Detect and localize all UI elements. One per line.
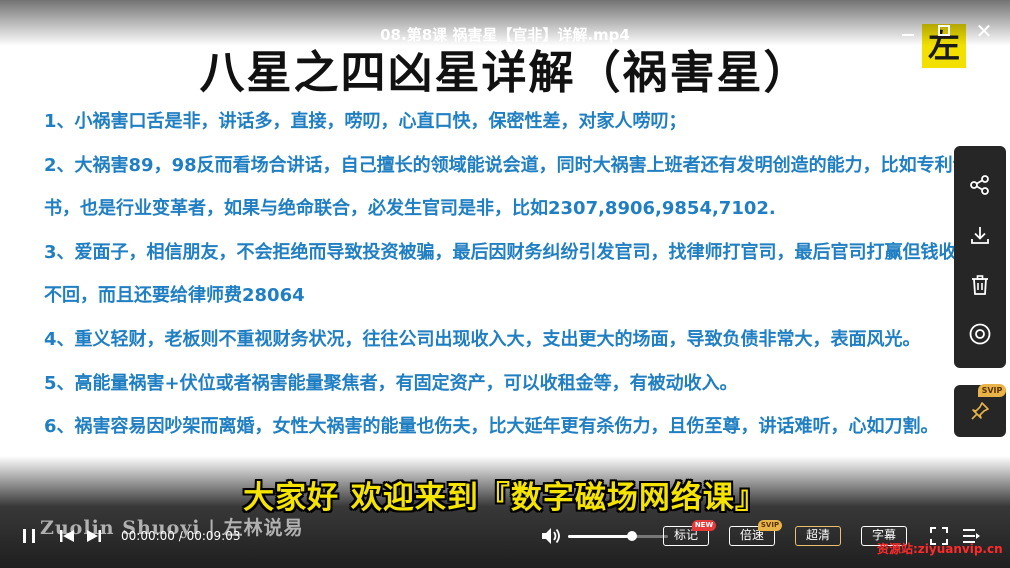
slide-text-lines: 1、小祸害口舌是非，讲话多，直接，唠叨，心直口快，保密性差，对家人唠叨； 2、大…	[44, 100, 994, 449]
slide-line: 1、小祸害口舌是非，讲话多，直接，唠叨，心直口快，保密性差，对家人唠叨；	[44, 111, 687, 132]
view-button[interactable]	[954, 312, 1006, 356]
svip-badge: SVIP	[758, 520, 782, 531]
trash-icon	[972, 275, 988, 295]
current-time: 00:00:00	[121, 529, 175, 543]
pin-icon	[971, 402, 989, 420]
skip-previous-icon	[60, 530, 74, 542]
slide-line: 5、高能量祸害+伏位或者祸害能量聚焦者，有固定资产，可以收租金等，有被动收入。	[44, 372, 738, 394]
download-button[interactable]	[954, 213, 1006, 257]
share-button[interactable]	[954, 163, 1006, 207]
side-toolbar	[954, 146, 1006, 368]
eye-icon	[969, 323, 991, 345]
time-separator: /	[174, 529, 187, 543]
volume-slider[interactable]	[568, 531, 668, 541]
slide-line: 2、大祸害89，98反而看场合讲话，自己擅长的领域能说会道，同时大祸害上班者还有…	[44, 154, 971, 176]
video-file-title: 08.第8课 祸害星【官非】详解.mp4	[380, 26, 630, 44]
svip-badge: SVIP	[978, 384, 1006, 397]
video-frame[interactable]: 八星之四凶星详解（祸害星） 1、小祸害口舌是非，讲话多，直接，唠叨，心直口快，保…	[0, 0, 1010, 568]
video-subtitle: 大家好 欢迎来到『数字磁场网络课』	[243, 480, 767, 516]
slide-line: 4、重义轻财，老板则不重视财务状况，往往公司出现收入大，支出更大的场面，导致负债…	[44, 328, 921, 350]
close-icon: ✕	[975, 19, 993, 43]
play-pause-button[interactable]	[20, 527, 38, 545]
volume-fill	[568, 535, 632, 538]
maximize-button[interactable]	[933, 20, 955, 42]
skip-next-icon	[87, 530, 101, 542]
maximize-icon	[938, 25, 950, 36]
close-button[interactable]: ✕	[973, 20, 995, 42]
volume-button[interactable]	[540, 526, 562, 546]
new-badge: NEW	[692, 520, 716, 531]
site-watermark: 资源站:ziyuanvip.cn	[877, 542, 1003, 556]
slide-line: 6、祸害容易因吵架而离婚，女性大祸害的能量也伤夫，比大延年更有杀伤力，且伤至尊，…	[44, 416, 939, 438]
volume-knob[interactable]	[627, 531, 637, 541]
quality-button[interactable]: 超清	[795, 526, 841, 546]
slide-line: 书，也是行业变革者，如果与绝命联合，必发生官司是非，比如2307,8906,98…	[44, 198, 776, 220]
download-icon	[971, 227, 989, 244]
slide-line: 不回，而且还要给律师费28064	[44, 285, 305, 307]
delete-button[interactable]	[954, 263, 1006, 307]
playback-time: 00:00:00 / 00:09:03	[121, 529, 240, 543]
share-icon	[970, 175, 989, 195]
total-time: 00:09:03	[186, 529, 241, 543]
next-button[interactable]	[85, 527, 103, 545]
minimize-button[interactable]	[897, 20, 919, 42]
minimize-icon	[902, 34, 914, 36]
speaker-icon	[542, 528, 560, 544]
slide-line: 3、爱面子，相信朋友，不会拒绝而导致投资被骗，最后因财务纠纷引发官司，找律师打官…	[44, 241, 957, 263]
pause-icon	[23, 529, 35, 543]
previous-button[interactable]	[58, 527, 76, 545]
